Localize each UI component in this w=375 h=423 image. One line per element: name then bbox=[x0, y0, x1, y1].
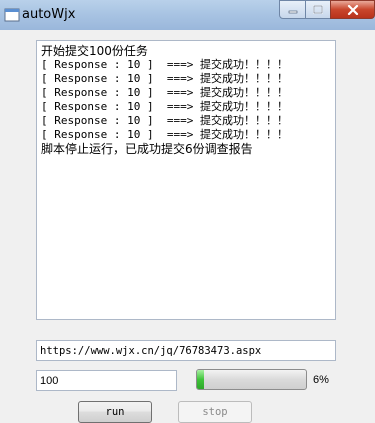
app-window: autoWjx 开始提交100份任务 [ Response : 10 ] ===… bbox=[0, 0, 375, 423]
close-button[interactable] bbox=[330, 0, 375, 19]
log-line: [ Response : 10 ] ===> 提交成功！！！！ bbox=[41, 100, 288, 113]
progress-bar bbox=[196, 369, 307, 390]
minimize-button[interactable] bbox=[279, 0, 306, 19]
log-line: [ Response : 10 ] ===> 提交成功！！！！ bbox=[41, 128, 288, 141]
maximize-button[interactable] bbox=[305, 0, 331, 19]
log-output[interactable]: 开始提交100份任务 [ Response : 10 ] ===> 提交成功！！… bbox=[36, 40, 336, 320]
title-bar[interactable]: autoWjx bbox=[0, 0, 375, 30]
log-line: 脚本停止运行，已成功提交6份调查报告 bbox=[41, 142, 253, 156]
run-button[interactable]: run bbox=[78, 401, 152, 423]
log-line: [ Response : 10 ] ===> 提交成功！！！！ bbox=[41, 72, 288, 85]
progress-fill bbox=[197, 370, 204, 389]
maximize-icon bbox=[313, 5, 323, 14]
log-line: [ Response : 10 ] ===> 提交成功！！！！ bbox=[41, 114, 288, 127]
app-icon bbox=[4, 7, 20, 23]
progress-label: 6% bbox=[313, 374, 329, 386]
close-icon bbox=[347, 4, 358, 15]
minimize-icon bbox=[288, 10, 297, 13]
log-line: 开始提交100份任务 bbox=[41, 44, 148, 58]
count-input[interactable]: 100 bbox=[36, 370, 177, 391]
log-line: [ Response : 10 ] ===> 提交成功！！！！ bbox=[41, 86, 288, 99]
window-title: autoWjx bbox=[22, 7, 76, 22]
stop-button[interactable]: stop bbox=[178, 401, 252, 423]
log-line: [ Response : 10 ] ===> 提交成功！！！！ bbox=[41, 58, 288, 71]
url-input[interactable]: https://www.wjx.cn/jq/76783473.aspx bbox=[36, 340, 336, 361]
